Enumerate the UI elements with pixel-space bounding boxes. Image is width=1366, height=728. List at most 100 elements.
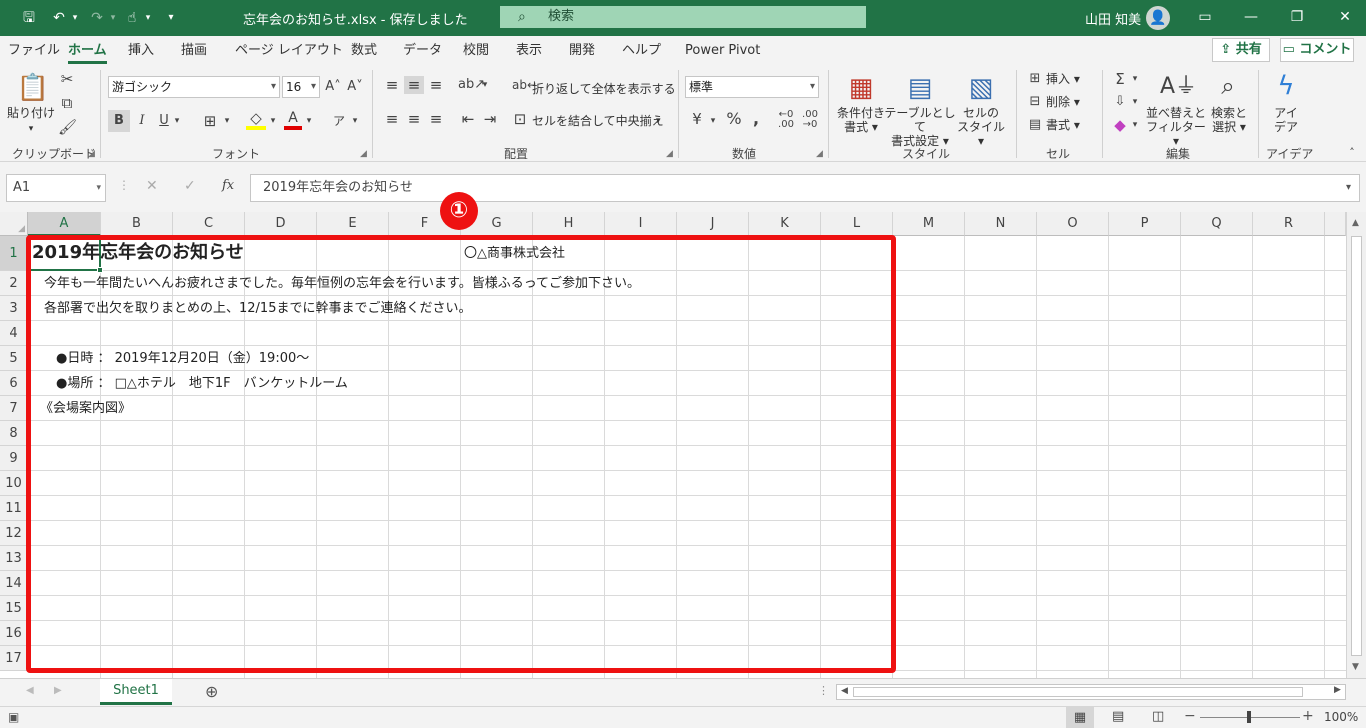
tab-data[interactable]: データ bbox=[403, 40, 442, 62]
tab-insert[interactable]: 挿入 bbox=[128, 40, 154, 62]
borders-icon[interactable]: ⊞ bbox=[200, 112, 220, 130]
row-header-3[interactable]: 3 bbox=[0, 296, 28, 321]
enter-icon[interactable]: ✓ bbox=[184, 178, 196, 194]
page-break-view-icon[interactable]: ◫ bbox=[1152, 709, 1164, 724]
format-as-table-button[interactable]: テーブルとして 書式設定 ▾ bbox=[884, 106, 956, 148]
row-header-13[interactable]: 13 bbox=[0, 546, 28, 571]
paste-icon[interactable]: 📋 bbox=[16, 72, 50, 104]
column-header-h[interactable]: H bbox=[533, 212, 605, 236]
font-name-select[interactable]: 游ゴシック ▾ bbox=[108, 76, 280, 98]
horizontal-scroll-thumb[interactable] bbox=[853, 687, 1303, 697]
delete-cells-button[interactable]: 削除 ▾ bbox=[1046, 95, 1080, 109]
row-header-6[interactable]: 6 bbox=[0, 371, 28, 396]
row-header-2[interactable]: 2 bbox=[0, 271, 28, 296]
column-header-e[interactable]: E bbox=[317, 212, 389, 236]
share-button[interactable]: ⇪ 共有 bbox=[1212, 38, 1270, 62]
cancel-icon[interactable]: ✕ bbox=[146, 178, 158, 194]
tab-developer[interactable]: 開発 bbox=[569, 40, 595, 62]
sheet-tab-sheet1[interactable]: Sheet1 bbox=[100, 679, 172, 705]
alignment-launcher-icon[interactable]: ◢ bbox=[666, 149, 673, 159]
zoom-slider-thumb[interactable] bbox=[1247, 711, 1251, 723]
touch-dropdown-icon[interactable]: ▾ bbox=[142, 8, 154, 28]
macro-record-icon[interactable]: ▣ bbox=[8, 710, 19, 724]
merge-dropdown-icon[interactable]: ▾ bbox=[656, 114, 661, 128]
clipboard-launcher-icon[interactable]: ◢ bbox=[88, 149, 95, 159]
fill-color-icon[interactable]: ◇ bbox=[246, 110, 266, 130]
close-icon[interactable]: ✕ bbox=[1330, 6, 1360, 28]
align-left-icon[interactable]: ≡ bbox=[382, 110, 402, 128]
merge-center-button[interactable]: セルを結合して中央揃え bbox=[532, 114, 664, 128]
column-header-q[interactable]: Q bbox=[1181, 212, 1253, 236]
sort-filter-icon[interactable]: A⏚ bbox=[1160, 72, 1197, 102]
user-name[interactable]: 山田 知美 bbox=[1085, 9, 1141, 28]
undo-icon[interactable]: ↶ bbox=[48, 8, 70, 28]
scroll-right-icon[interactable]: ▶ bbox=[1334, 685, 1341, 695]
cut-icon[interactable]: ✂ bbox=[58, 70, 76, 88]
conditional-format-button[interactable]: 条件付き 書式 ▾ bbox=[834, 106, 888, 134]
tab-file[interactable]: ファイル bbox=[8, 40, 60, 62]
vertical-scrollbar[interactable]: ▲ ▼ bbox=[1346, 212, 1366, 678]
tab-power-pivot[interactable]: Power Pivot bbox=[685, 40, 760, 62]
column-header-a[interactable]: A bbox=[28, 212, 101, 236]
undo-dropdown-icon[interactable]: ▾ bbox=[70, 8, 80, 28]
orientation-icon[interactable]: ab↗ bbox=[458, 76, 485, 94]
row-header-1[interactable]: 1 bbox=[0, 236, 28, 271]
accounting-format-icon[interactable]: ¥ bbox=[686, 110, 708, 128]
fill-dropdown-icon[interactable]: ▾ bbox=[1130, 93, 1140, 111]
insert-cells-button[interactable]: 挿入 ▾ bbox=[1046, 72, 1080, 86]
row-header-9[interactable]: 9 bbox=[0, 446, 28, 471]
collapse-ribbon-icon[interactable]: ˄ bbox=[1344, 144, 1360, 162]
redo-icon[interactable]: ↷ bbox=[86, 8, 108, 28]
number-launcher-icon[interactable]: ◢ bbox=[816, 149, 823, 159]
scroll-left-icon[interactable]: ◀ bbox=[841, 686, 848, 696]
format-cells-icon[interactable]: ▤ bbox=[1026, 116, 1044, 134]
comma-style-icon[interactable]: , bbox=[748, 110, 764, 128]
paste-dropdown-icon[interactable]: ▾ bbox=[26, 122, 36, 136]
ideas-button[interactable]: アイ デア bbox=[1266, 106, 1306, 134]
scroll-up-icon[interactable]: ▲ bbox=[1352, 218, 1359, 228]
column-header-partial[interactable] bbox=[1325, 212, 1346, 236]
align-middle-icon[interactable]: ≡ bbox=[404, 76, 424, 94]
align-bottom-icon[interactable]: ≡ bbox=[426, 76, 446, 94]
select-all-corner[interactable]: ◢ bbox=[0, 212, 28, 236]
touch-mode-icon[interactable]: ☝ bbox=[122, 8, 142, 28]
add-sheet-icon[interactable]: ⊕ bbox=[205, 682, 218, 701]
format-painter-icon[interactable]: 🖌 bbox=[58, 118, 77, 136]
merge-center-icon[interactable]: ⊡ bbox=[512, 110, 528, 128]
underline-dropdown-icon[interactable]: ▾ bbox=[172, 112, 182, 130]
underline-icon[interactable]: U bbox=[156, 112, 172, 130]
find-select-button[interactable]: 検索と 選択 ▾ bbox=[1204, 106, 1254, 134]
wrap-text-icon[interactable]: ab↵ bbox=[512, 76, 537, 94]
align-center-icon[interactable]: ≡ bbox=[404, 110, 424, 128]
row-header-8[interactable]: 8 bbox=[0, 421, 28, 446]
decrease-decimal-icon[interactable]: .00 →0 bbox=[800, 110, 820, 130]
tab-formulas[interactable]: 数式 bbox=[351, 40, 377, 62]
column-header-d[interactable]: D bbox=[245, 212, 317, 236]
find-select-icon[interactable]: ⌕ bbox=[1212, 70, 1244, 102]
zoom-out-icon[interactable]: − bbox=[1184, 708, 1196, 724]
normal-view-icon[interactable]: ▦ bbox=[1066, 707, 1094, 728]
copy-icon[interactable]: ⧉ bbox=[58, 94, 76, 112]
avatar[interactable]: 👤 bbox=[1146, 6, 1170, 30]
tab-home[interactable]: ホーム bbox=[68, 40, 107, 64]
wrap-text-button[interactable]: 折り返して全体を表示する bbox=[532, 82, 676, 96]
row-header-14[interactable]: 14 bbox=[0, 571, 28, 596]
font-color-dropdown-icon[interactable]: ▾ bbox=[304, 112, 314, 130]
row-header-15[interactable]: 15 bbox=[0, 596, 28, 621]
tab-review[interactable]: 校閲 bbox=[463, 40, 489, 62]
row-header-5[interactable]: 5 bbox=[0, 346, 28, 371]
row-header-7[interactable]: 7 bbox=[0, 396, 28, 421]
vertical-scroll-thumb[interactable] bbox=[1351, 236, 1362, 656]
formula-input[interactable]: 2019年忘年会のお知らせ bbox=[250, 174, 1360, 202]
row-header-11[interactable]: 11 bbox=[0, 496, 28, 521]
phonetic-icon[interactable]: ア bbox=[330, 112, 348, 130]
customize-qat-icon[interactable]: ▾ bbox=[164, 8, 178, 28]
clear-dropdown-icon[interactable]: ▾ bbox=[1130, 116, 1140, 134]
column-header-b[interactable]: B bbox=[101, 212, 173, 236]
page-layout-view-icon[interactable]: ▤ bbox=[1112, 709, 1124, 724]
row-header-16[interactable]: 16 bbox=[0, 621, 28, 646]
clear-icon[interactable]: ◆ bbox=[1110, 116, 1130, 134]
autosum-icon[interactable]: Σ bbox=[1110, 70, 1130, 88]
borders-dropdown-icon[interactable]: ▾ bbox=[222, 112, 232, 130]
search-box[interactable]: ⌕ 検索 bbox=[500, 6, 866, 28]
